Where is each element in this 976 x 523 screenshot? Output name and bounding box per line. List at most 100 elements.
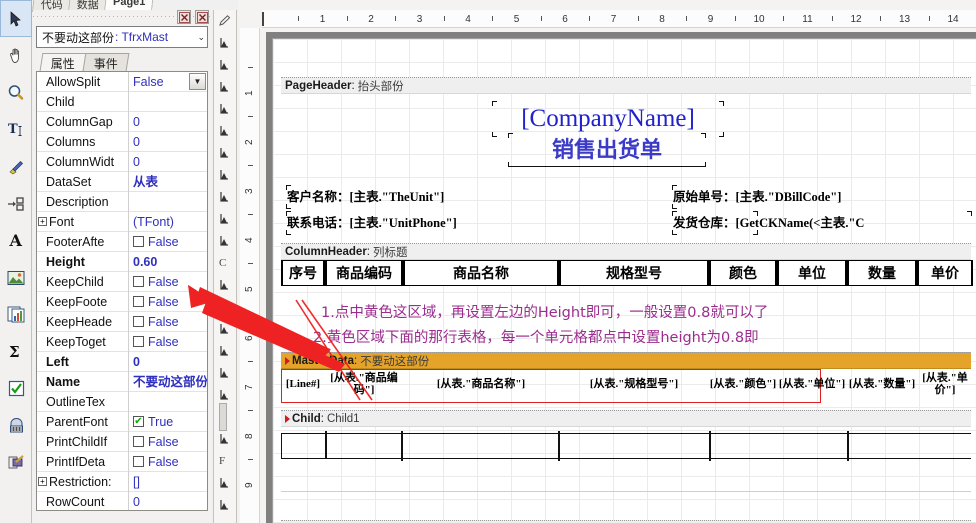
property-value[interactable]: False (129, 232, 207, 252)
column-header-cell[interactable]: 颜色 (709, 260, 777, 286)
band-pageheader-header[interactable]: PageHeader: 抬头部份 (281, 77, 971, 94)
expand-plus-icon[interactable]: + (38, 477, 47, 486)
report-object-delivery-warehouse[interactable]: 发货仓库：[GetCKName(<主表."C (672, 211, 972, 235)
inspector-close-icon-1[interactable] (177, 10, 191, 24)
property-value[interactable]: 0 (129, 132, 207, 152)
property-row[interactable]: Columns 0 (37, 131, 207, 152)
property-row[interactable]: KeepFoote False (37, 291, 207, 312)
brush-tool[interactable] (0, 148, 32, 185)
property-row[interactable]: Child (37, 91, 207, 112)
property-grid[interactable]: AllowSplit False Child ColumnGap 0 Columns 0 Co… (36, 71, 208, 511)
column-header-cell[interactable]: 单位 (777, 260, 847, 286)
property-value[interactable]: False (129, 292, 207, 312)
property-row[interactable]: OutlineTex (37, 391, 207, 412)
band-child-body[interactable] (281, 427, 971, 499)
property-value[interactable]: 从表 (129, 172, 207, 192)
checkbox-unchecked-icon[interactable] (133, 236, 144, 247)
report-object-customer-name[interactable]: 客户名称：[主表."TheUnit"] (286, 185, 527, 209)
band-collapse-icon[interactable] (285, 356, 290, 365)
picture-tool[interactable] (0, 259, 32, 296)
column-header-cell[interactable]: 序号 (281, 260, 325, 286)
property-value[interactable] (129, 392, 207, 412)
checkbox-unchecked-icon[interactable] (133, 336, 144, 347)
richtext-tool[interactable] (0, 444, 32, 481)
checkbox-unchecked-icon[interactable] (133, 436, 144, 447)
report-object-report-title[interactable]: 销售出货单 (508, 133, 706, 167)
property-row[interactable]: DataSet 从表 (37, 171, 207, 192)
master-data-cell[interactable]: [从表."单位"] (777, 369, 847, 401)
column-header-cell[interactable]: 商品名称 (403, 260, 559, 286)
checkbox-unchecked-icon[interactable] (133, 296, 144, 307)
band-masterdata-body[interactable]: [Line#] [从表."商品编码"] [从表."商品名称"] [从表."规格型号"]… (281, 369, 971, 403)
report-design-surface[interactable]: 1 2 3 4 5 6 7 8 9 10 11 12 13 14 123456789 PageHeader… (238, 0, 976, 523)
hand-tool[interactable] (0, 37, 32, 74)
property-row[interactable]: Left 0 (37, 351, 207, 372)
property-value[interactable]: False (129, 332, 207, 352)
property-row[interactable]: PrintChildIf False (37, 431, 207, 452)
property-row[interactable]: AllowSplit False (37, 72, 207, 92)
property-row[interactable]: + Font (TFont) (37, 211, 207, 232)
select-tool[interactable] (0, 0, 32, 37)
property-row[interactable]: FooterAfte False (37, 231, 207, 252)
report-object-companyname[interactable]: [CompanyName] (492, 101, 724, 137)
inspector-dock-handle[interactable] (33, 10, 211, 24)
band-pageheader[interactable]: PageHeader: 抬头部份 [CompanyName] 销售出货单 客户名… (281, 77, 972, 242)
master-data-cell[interactable]: [从表."商品名称"] (403, 369, 559, 401)
column-header-cell[interactable]: 数量 (847, 260, 917, 286)
band-masterdata-header[interactable]: MasterData: 不要动这部份 (281, 352, 971, 369)
property-row[interactable]: + Restriction:[] (37, 471, 207, 492)
band-child[interactable]: Child: Child1 (281, 410, 971, 499)
band-child-header[interactable]: Child: Child1 (281, 410, 971, 427)
property-row[interactable]: Description (37, 191, 207, 212)
band-collapse-icon[interactable] (285, 414, 290, 423)
master-data-cell[interactable]: [从表."商品编码"] (325, 369, 403, 401)
inspector-close-icon-2[interactable] (195, 10, 209, 24)
property-value[interactable]: 0.60 (129, 252, 207, 272)
property-value[interactable]: 0 (129, 492, 207, 511)
property-value[interactable]: 0 (129, 352, 207, 372)
strip-scroll-thumb[interactable] (214, 403, 236, 431)
tab-events[interactable]: 事件 (82, 53, 130, 71)
column-header-cell[interactable]: 单价 (917, 260, 973, 286)
band-columnheader[interactable]: ColumnHeader: 列标题 序号 商品编码 商品名称 规格型号 颜色 单位 数量 单价 (281, 243, 973, 286)
master-data-cell[interactable]: [从表."颜色"] (709, 369, 777, 401)
property-value[interactable]: False (129, 272, 207, 292)
object-selector-combo[interactable]: 不要动这部份 : TfrxMast ⌄ (36, 26, 208, 48)
property-value[interactable]: 0 (129, 152, 207, 172)
data-tree-strip[interactable]: C F (213, 10, 237, 523)
column-header-cell[interactable]: 商品编码 (325, 260, 403, 286)
zoom-tool[interactable] (0, 74, 32, 111)
band-columnheader-body[interactable]: 序号 商品编码 商品名称 规格型号 颜色 单位 数量 单价 (281, 260, 973, 286)
barcode-tool[interactable] (0, 407, 32, 444)
band-columnheader-header[interactable]: ColumnHeader: 列标题 (281, 243, 971, 260)
property-dropdown-button[interactable]: ▼ (189, 73, 206, 90)
expand-plus-icon[interactable]: + (38, 217, 47, 226)
sum-tool[interactable]: Σ (0, 333, 32, 370)
text-tool[interactable]: T (0, 111, 32, 148)
checkbox-unchecked-icon[interactable] (133, 316, 144, 327)
property-row[interactable]: KeepToget False (37, 331, 207, 352)
report-object-original-billcode[interactable]: 原始单号：[主表."DBillCode"] (672, 185, 933, 209)
property-value[interactable]: False (129, 432, 207, 452)
property-value[interactable]: False (129, 452, 207, 472)
tab-properties[interactable]: 属性 (39, 53, 87, 71)
band-pageheader-body[interactable]: [CompanyName] 销售出货单 客户名称：[主表."TheUnit"] (281, 94, 972, 242)
property-row[interactable]: Name 不要动这部份 (37, 371, 207, 392)
property-value[interactable]: 0 (129, 112, 207, 132)
memo-tool[interactable]: A (0, 222, 32, 259)
property-row[interactable]: ColumnGap 0 (37, 111, 207, 132)
property-row[interactable]: PrintIfDeta False (37, 451, 207, 472)
property-value[interactable]: False (129, 312, 207, 332)
checkbox-checked-icon[interactable]: ✔ (133, 416, 144, 427)
property-row[interactable]: RowCount 0 (37, 491, 207, 511)
property-value[interactable]: (TFont) (129, 212, 207, 232)
master-data-cell[interactable]: [从表."单价"] (917, 369, 973, 401)
property-row[interactable]: KeepHeade False (37, 311, 207, 332)
column-header-cell[interactable]: 规格型号 (559, 260, 709, 286)
property-value[interactable]: 不要动这部份 (129, 372, 207, 392)
chart-tool[interactable] (0, 296, 32, 333)
property-row[interactable]: ColumnWidt 0 (37, 151, 207, 172)
chevron-down-icon[interactable]: ⌄ (195, 32, 205, 43)
band-tool[interactable] (0, 185, 32, 222)
checkbox-tool[interactable] (0, 370, 32, 407)
